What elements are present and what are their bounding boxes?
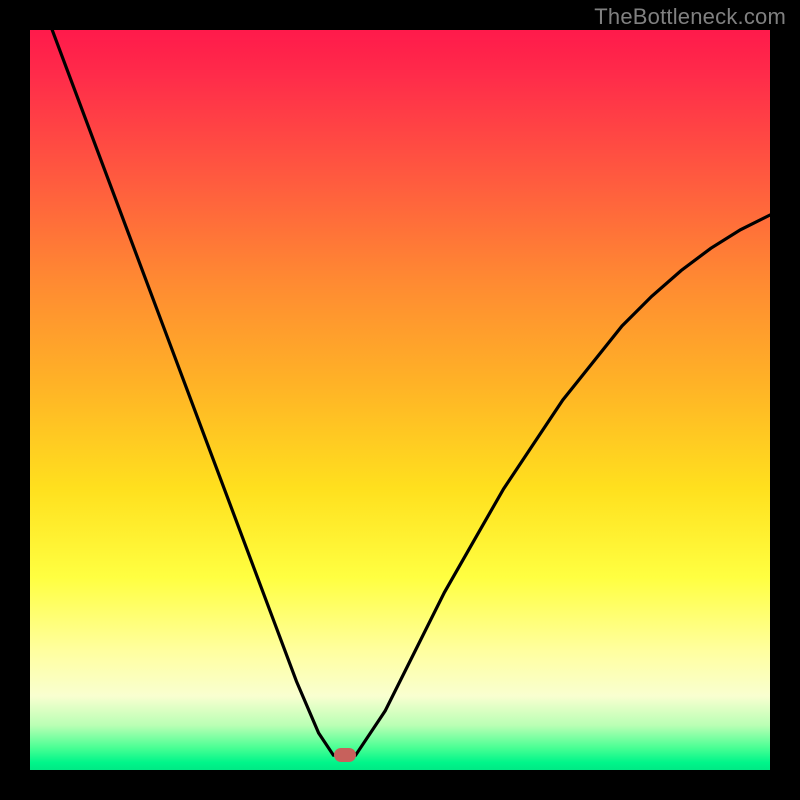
bottleneck-curve <box>52 30 770 755</box>
chart-frame: TheBottleneck.com <box>0 0 800 800</box>
minimum-marker <box>334 748 356 762</box>
curve-svg <box>30 30 770 770</box>
watermark-text: TheBottleneck.com <box>594 4 786 30</box>
plot-area <box>30 30 770 770</box>
